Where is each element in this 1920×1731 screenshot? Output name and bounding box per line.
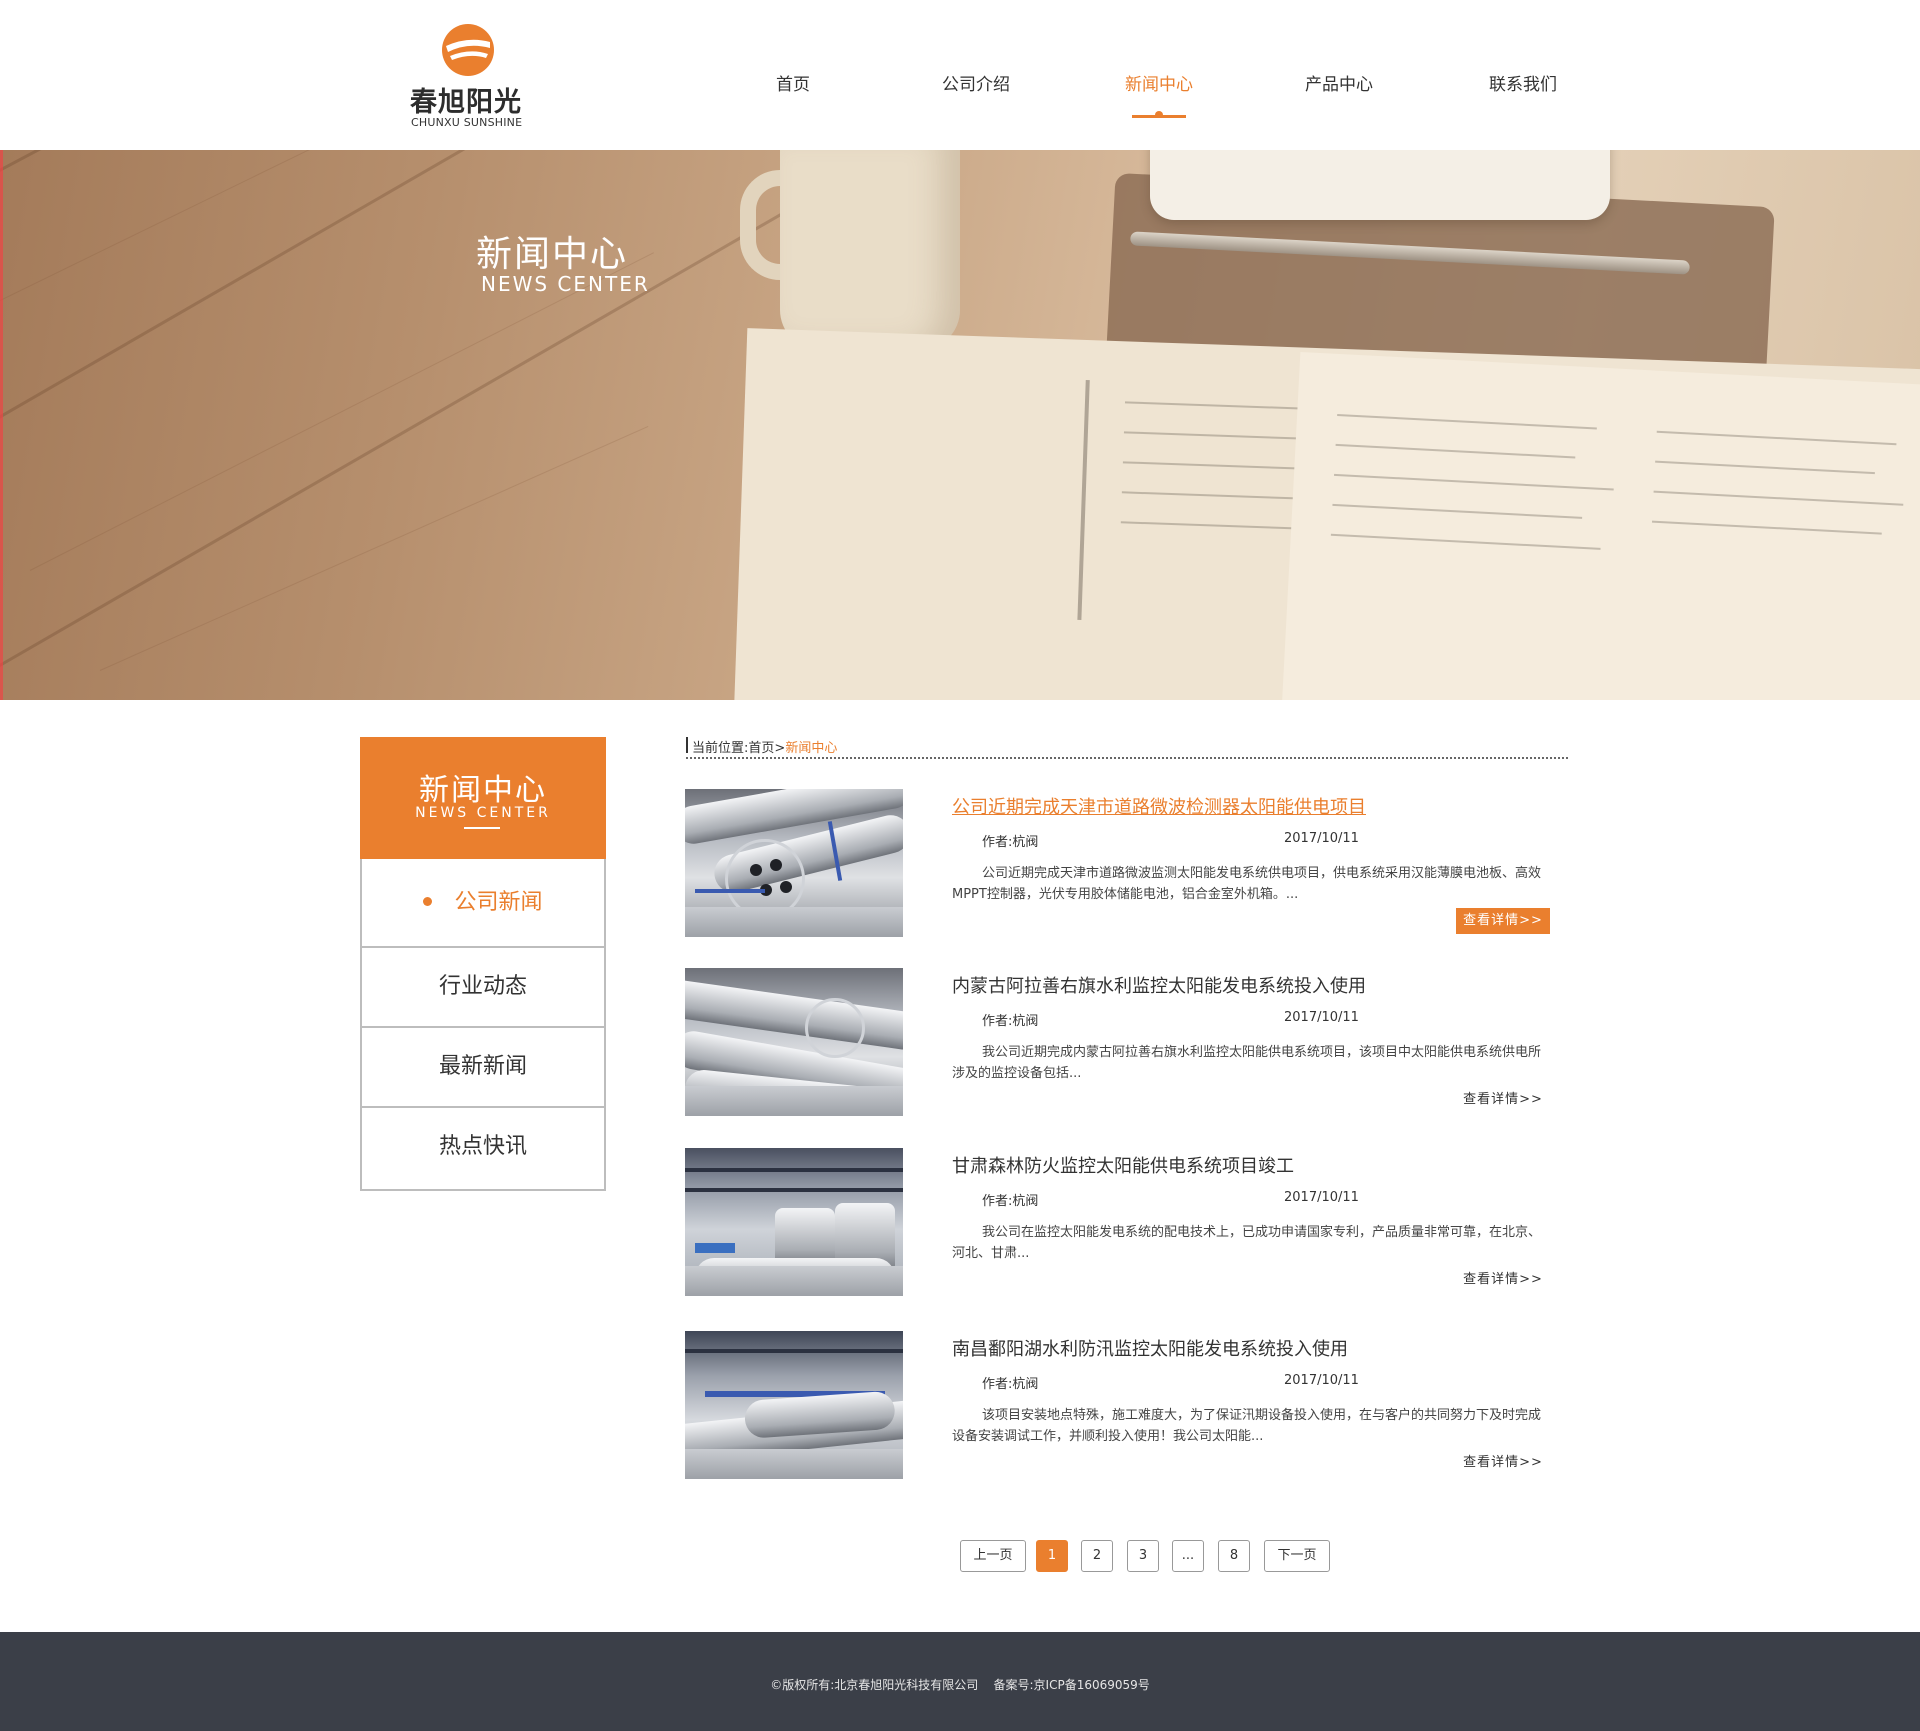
news-thumbnail[interactable] bbox=[685, 968, 903, 1116]
banner-edge-line bbox=[0, 150, 3, 700]
news-thumbnail[interactable] bbox=[685, 1331, 903, 1479]
news-date: 2017/10/11 bbox=[1284, 831, 1359, 846]
news-author: 作者:杭阀 bbox=[982, 1014, 1039, 1029]
site-header: 春旭阳光 CHUNXU SUNSHINE 首页 公司介绍 新闻中心 产品中心 联… bbox=[0, 0, 1920, 150]
newspaper-row bbox=[1333, 473, 1614, 491]
newspaper-row bbox=[1651, 520, 1882, 535]
news-title-link[interactable]: 甘肃森林防火监控太阳能供电系统项目竣工 bbox=[952, 1152, 1294, 1178]
breadcrumb-bar bbox=[686, 737, 688, 753]
sidebar-header: 新闻中心 NEWS CENTER bbox=[360, 737, 606, 859]
pagination: 上一页 1 2 3 ... 8 下一页 bbox=[0, 1540, 1920, 1572]
breadcrumb: 当前位置:首页>新闻中心 bbox=[686, 737, 1568, 759]
hero-banner: 新闻中心 NEWS CENTER bbox=[0, 150, 1920, 700]
news-item: 内蒙古阿拉善右旗水利监控太阳能发电系统投入使用 作者:杭阀 2017/10/11… bbox=[685, 968, 1555, 1118]
news-item: 南昌鄱阳湖水利防汛监控太阳能发电系统投入使用 作者:杭阀 2017/10/11 … bbox=[685, 1331, 1555, 1481]
news-date: 2017/10/11 bbox=[1284, 1373, 1359, 1388]
newspaper-row bbox=[1123, 431, 1304, 440]
sidebar-title-underline bbox=[464, 827, 500, 829]
breadcrumb-prefix: 当前位置: bbox=[692, 741, 749, 756]
sidebar-subtitle: NEWS CENTER bbox=[415, 805, 551, 821]
news-date: 2017/10/11 bbox=[1284, 1010, 1359, 1025]
banner-subtitle: NEWS CENTER bbox=[481, 272, 650, 296]
sidebar: 新闻中心 NEWS CENTER 公司新闻 行业动态 最新新闻 热点快讯 bbox=[360, 737, 606, 1191]
newspaper-row bbox=[1655, 460, 1875, 475]
news-author: 作者:杭阀 bbox=[982, 1194, 1039, 1209]
newspaper-column bbox=[1077, 379, 1090, 620]
wood-plank-line bbox=[0, 150, 807, 453]
newspaper-row bbox=[1121, 491, 1312, 500]
breadcrumb-separator: > bbox=[774, 741, 786, 756]
nav-item-label: 公司介绍 bbox=[942, 75, 1010, 95]
banner-title: 新闻中心 bbox=[476, 234, 629, 275]
news-summary: 公司近期完成天津市道路微波监测太阳能发电系统供电项目，供电系统采用汉能薄膜电池板… bbox=[952, 866, 1542, 902]
news-title-link[interactable]: 公司近期完成天津市道路微波检测器太阳能供电项目 bbox=[952, 793, 1366, 819]
news-item: 公司近期完成天津市道路微波检测器太阳能供电项目 作者:杭阀 2017/10/11… bbox=[685, 789, 1555, 939]
sidebar-item-company-news[interactable]: 公司新闻 bbox=[362, 859, 604, 948]
site-footer: ©版权所有:北京春旭阳光科技有限公司 备案号:京ICP备16069059号 bbox=[0, 1632, 1920, 1731]
footer-copyright: ©版权所有:北京春旭阳光科技有限公司 备案号:京ICP备16069059号 bbox=[770, 1678, 1150, 1692]
nav-item-home[interactable]: 首页 bbox=[723, 70, 863, 120]
news-read-more-button[interactable]: 查看详情>> bbox=[1456, 1087, 1550, 1113]
news-read-more-button[interactable]: 查看详情>> bbox=[1456, 908, 1550, 934]
nav-item-about[interactable]: 公司介绍 bbox=[906, 70, 1046, 120]
page-button[interactable]: 8 bbox=[1218, 1540, 1250, 1572]
newspaper-row bbox=[1656, 430, 1897, 446]
newspaper-row bbox=[1124, 401, 1325, 411]
news-summary: 我公司近期完成内蒙古阿拉善右旗水利监控太阳能供电系统项目，该项目中太阳能供电系统… bbox=[952, 1045, 1542, 1081]
newspaper-row bbox=[1332, 503, 1583, 519]
newspaper-row bbox=[1335, 443, 1576, 459]
breadcrumb-text: 当前位置:首页>新闻中心 bbox=[692, 737, 837, 756]
nav-item-contact[interactable]: 联系我们 bbox=[1453, 70, 1593, 120]
sidebar-item-label: 最新新闻 bbox=[438, 1054, 527, 1079]
news-date: 2017/10/11 bbox=[1284, 1190, 1359, 1205]
sidebar-item-industry[interactable]: 行业动态 bbox=[362, 948, 604, 1028]
breadcrumb-home-link[interactable]: 首页 bbox=[748, 741, 774, 756]
news-summary: 我公司在监控太阳能发电系统的配电技术上，已成功申请国家专利，产品质量非常可靠，在… bbox=[952, 1225, 1542, 1261]
nav-item-products[interactable]: 产品中心 bbox=[1269, 70, 1409, 120]
newspaper-row bbox=[1653, 490, 1904, 506]
news-read-more-button[interactable]: 查看详情>> bbox=[1456, 1267, 1550, 1293]
news-summary: 该项目安装地点特殊，施工难度大，为了保证汛期设备投入使用，在与客户的共同努力下及… bbox=[952, 1408, 1542, 1444]
nav-item-label: 联系我们 bbox=[1489, 75, 1557, 95]
nav-item-label: 首页 bbox=[776, 75, 810, 95]
news-read-more-button[interactable]: 查看详情>> bbox=[1456, 1450, 1550, 1476]
nav-item-label: 产品中心 bbox=[1305, 75, 1373, 95]
news-author: 作者:杭阀 bbox=[982, 835, 1039, 850]
sidebar-item-label: 公司新闻 bbox=[454, 890, 543, 915]
next-page-button[interactable]: 下一页 bbox=[1264, 1540, 1330, 1572]
banner-coffee-cup bbox=[780, 150, 960, 350]
page-button[interactable]: 3 bbox=[1127, 1540, 1159, 1572]
sidebar-title: 新闻中心 bbox=[419, 773, 547, 808]
wood-grain bbox=[29, 252, 654, 571]
page-ellipsis: ... bbox=[1172, 1540, 1204, 1572]
bullet-icon bbox=[423, 896, 433, 906]
breadcrumb-current: 新闻中心 bbox=[785, 741, 838, 756]
news-title-link[interactable]: 内蒙古阿拉善右旗水利监控太阳能发电系统投入使用 bbox=[952, 972, 1366, 998]
nav-item-label: 新闻中心 bbox=[1125, 75, 1193, 95]
nav-active-underline bbox=[1132, 115, 1186, 118]
page-button[interactable]: 1 bbox=[1036, 1540, 1068, 1572]
nav-item-news[interactable]: 新闻中心 bbox=[1089, 70, 1229, 120]
page-button[interactable]: 2 bbox=[1081, 1540, 1113, 1572]
news-item: 甘肃森林防火监控太阳能供电系统项目竣工 作者:杭阀 2017/10/11 我公司… bbox=[685, 1148, 1555, 1298]
banner-phone bbox=[1150, 150, 1610, 220]
wood-grain bbox=[99, 426, 649, 671]
main-nav: 首页 公司介绍 新闻中心 产品中心 联系我们 bbox=[0, 70, 1920, 120]
sidebar-item-hot[interactable]: 热点快讯 bbox=[362, 1108, 604, 1189]
sidebar-item-label: 行业动态 bbox=[438, 974, 527, 999]
news-title-link[interactable]: 南昌鄱阳湖水利防汛监控太阳能发电系统投入使用 bbox=[952, 1335, 1348, 1361]
newspaper-row bbox=[1330, 533, 1601, 550]
newspaper-row bbox=[1337, 413, 1597, 430]
banner-newspaper-right bbox=[1280, 351, 1920, 700]
sidebar-item-latest[interactable]: 最新新闻 bbox=[362, 1028, 604, 1108]
news-thumbnail[interactable] bbox=[685, 1148, 903, 1296]
news-author: 作者:杭阀 bbox=[982, 1377, 1039, 1392]
prev-page-button[interactable]: 上一页 bbox=[960, 1540, 1026, 1572]
sidebar-item-label: 热点快讯 bbox=[438, 1134, 527, 1159]
news-thumbnail[interactable] bbox=[685, 789, 903, 937]
